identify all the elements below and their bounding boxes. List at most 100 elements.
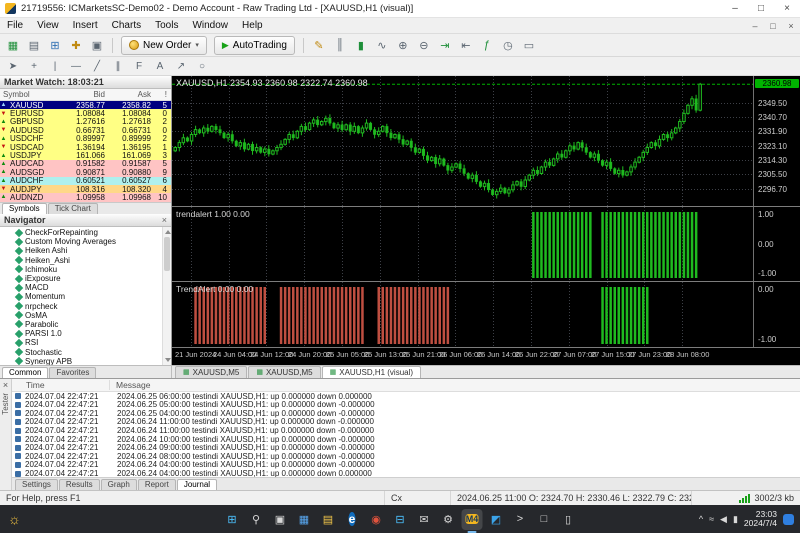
notification-badge[interactable] (783, 514, 794, 525)
navigator-item[interactable]: OsMA (0, 311, 171, 320)
menu-item[interactable]: Window (185, 20, 235, 31)
column-bid[interactable]: Bid (62, 90, 108, 99)
calculator-button[interactable]: □ (534, 509, 555, 530)
vertical-line-button[interactable]: | (45, 59, 65, 74)
journal-row[interactable]: 2024.07.04 22:47:21 2024.06.24 04:00:00 … (12, 469, 800, 477)
indicators-button[interactable]: ƒ (477, 36, 497, 54)
trendalert-histogram[interactable] (172, 207, 753, 281)
console-button[interactable]: > (510, 509, 531, 530)
fibonacci-button[interactable]: F (129, 59, 149, 74)
autotrading-button[interactable]: ▶ AutoTrading (214, 36, 295, 55)
chrome-browser-button[interactable]: ◉ (366, 509, 387, 530)
templates-button[interactable]: ▭ (519, 36, 539, 54)
navigator-item[interactable]: CheckForRepainting (0, 228, 171, 237)
mail-button[interactable]: ✉ (414, 509, 435, 530)
journal-row[interactable]: 2024.07.04 22:47:21 2024.06.24 08:00:00 … (12, 452, 800, 461)
menu-item[interactable]: View (30, 20, 66, 31)
cursor-button[interactable]: ➤ (3, 59, 23, 74)
navigator-item[interactable]: Parabolic (0, 320, 171, 329)
column-time[interactable]: Time (12, 380, 110, 390)
new-order-button[interactable]: New Order ▾ (121, 36, 207, 55)
navigator-item[interactable]: PARSI 1.0 (0, 329, 171, 338)
weather-widget-button[interactable]: ☼ (8, 511, 21, 527)
menu-item[interactable]: Help (235, 20, 270, 31)
chart-tab[interactable]: ▦ XAUUSD,H1 (visual) (322, 366, 421, 378)
journal-row[interactable]: 2024.07.04 22:47:21 2024.06.25 06:00:00 … (12, 392, 800, 401)
candlestick-plot[interactable] (172, 76, 753, 206)
chart-shift-button[interactable]: ⇤ (456, 36, 476, 54)
wifi-icon[interactable]: ≈ (709, 514, 714, 525)
zoom-in-button[interactable]: ⊕ (393, 36, 413, 54)
chart-close-button[interactable]: × (782, 21, 800, 31)
file-explorer-button[interactable]: ▤ (318, 509, 339, 530)
tester-tab[interactable]: Journal (177, 479, 217, 490)
shapes-button[interactable]: ○ (192, 59, 212, 74)
scrollbar-thumb[interactable] (164, 237, 170, 271)
navigator-item[interactable]: Heiken_Ashi (0, 256, 171, 265)
volume-icon[interactable]: ◀ (720, 514, 727, 525)
text-button[interactable]: A (150, 59, 170, 74)
trendalert2-histogram[interactable] (172, 282, 753, 347)
price-scale[interactable]: 2349.502340.702331.902323.102314.302305.… (753, 76, 800, 206)
navigator-scrollbar[interactable] (162, 227, 171, 365)
navigator-button[interactable]: ✚ (66, 36, 86, 54)
search-button[interactable]: ⚲ (246, 509, 267, 530)
indicator-scale[interactable]: 1.000.00-1.00 (753, 207, 800, 281)
close-button[interactable]: × (774, 0, 800, 17)
mt4-terminal-button[interactable]: M4 (462, 509, 483, 530)
chart-tab[interactable]: ▦ XAUUSD,M5 (175, 366, 247, 378)
journal-row[interactable]: 2024.07.04 22:47:21 2024.06.24 10:00:00 … (12, 435, 800, 444)
journal-row[interactable]: 2024.07.04 22:47:21 2024.06.24 11:00:00 … (12, 426, 800, 435)
profiles-button[interactable]: ▤ (24, 36, 44, 54)
connection-status[interactable]: 3002/3 kb (692, 491, 800, 505)
journal-row[interactable]: 2024.07.04 22:47:21 2024.06.24 11:00:00 … (12, 418, 800, 427)
navigator-item[interactable]: Stochastic (0, 347, 171, 356)
menu-item[interactable]: Charts (105, 20, 148, 31)
tester-tab[interactable]: Graph (101, 479, 137, 490)
horizontal-line-button[interactable]: ― (66, 59, 86, 74)
tester-close-button[interactable]: × (3, 379, 8, 391)
navigator-item[interactable]: nrpcheck (0, 302, 171, 311)
navigator-item[interactable]: Custom Moving Averages (0, 237, 171, 246)
navigator-close-button[interactable]: × (162, 215, 167, 225)
menu-item[interactable]: Insert (66, 20, 105, 31)
indicator-scale[interactable]: 0.00-1.00 (753, 282, 800, 347)
journal-row[interactable]: 2024.07.04 22:47:21 2024.06.24 09:00:00 … (12, 443, 800, 452)
market-watch-button[interactable]: ⊞ (45, 36, 65, 54)
periods-button[interactable]: ◷ (498, 36, 518, 54)
market-watch-row[interactable]: ▲ AUDNZD 1.09958 1.09968 10 (0, 193, 171, 201)
column-ask[interactable]: Ask (108, 90, 154, 99)
crosshair-button[interactable]: + (24, 59, 44, 74)
journal-row[interactable]: 2024.07.04 22:47:21 2024.06.25 05:00:00 … (12, 400, 800, 409)
candlestick-chart-button[interactable]: ▮ (351, 36, 371, 54)
auto-scroll-button[interactable]: ⇥ (435, 36, 455, 54)
indicator-window-trendalert2[interactable]: TrendAlert 0.00 0.00 0.00-1.00 (172, 281, 800, 347)
tray-chevron-icon[interactable]: ^ (699, 514, 703, 525)
market-watch-tab[interactable]: Tick Chart (48, 203, 98, 214)
navigator-item[interactable]: Heiken Ashi (0, 246, 171, 255)
chart-restore-button[interactable]: □ (764, 21, 782, 31)
start-button[interactable]: ⊞ (222, 509, 243, 530)
navigator-item[interactable]: RSI (0, 338, 171, 347)
navigator-item[interactable]: Momentum (0, 292, 171, 301)
navigator-item[interactable]: Ichimoku (0, 265, 171, 274)
taskbar-clock[interactable]: 23:03 2024/7/4 (744, 510, 777, 529)
bar-chart-button[interactable]: ║ (330, 36, 350, 54)
menu-item[interactable]: File (0, 20, 30, 31)
navigator-item[interactable]: iExposure (0, 274, 171, 283)
navigator-item[interactable]: Synergy APB (0, 357, 171, 365)
task-view-button[interactable]: ▣ (270, 509, 291, 530)
price-chart[interactable]: XAUUSD,H1 2354.93 2360.98 2322.74 2360.9… (172, 76, 800, 206)
minimize-button[interactable]: – (722, 0, 748, 17)
settings-button[interactable]: ⚙ (438, 509, 459, 530)
terminal-panel-button[interactable]: ▣ (87, 36, 107, 54)
store-button[interactable]: ⊟ (390, 509, 411, 530)
chart-minimize-button[interactable]: – (746, 21, 764, 31)
navigator-item[interactable]: MACD (0, 283, 171, 292)
indicator-window-trendalert[interactable]: trendalert 1.00 0.00 1.000.00-1.00 (172, 206, 800, 281)
chart-tab[interactable]: ▦ XAUUSD,M5 (248, 366, 320, 378)
navigator-tab[interactable]: Common (2, 367, 48, 378)
line-chart-button[interactable]: ∿ (372, 36, 392, 54)
channel-button[interactable]: ∥ (108, 59, 128, 74)
navigator-tab[interactable]: Favorites (49, 367, 96, 378)
